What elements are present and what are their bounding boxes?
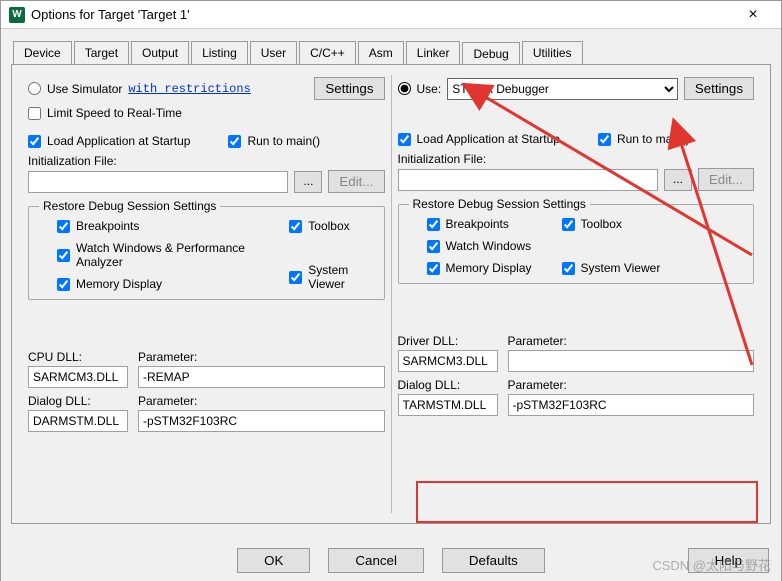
load-app-label-left: Load Application at Startup xyxy=(47,134,190,148)
restore-legend-right: Restore Debug Session Settings xyxy=(409,197,590,211)
driver-dll-input[interactable] xyxy=(398,350,498,372)
limit-speed-label: Limit Speed to Real-Time xyxy=(47,106,182,120)
edit-button-left[interactable]: Edit... xyxy=(328,170,384,193)
checkbox-breakpoints-right[interactable]: Breakpoints xyxy=(427,217,532,231)
checkbox-sysview-left[interactable]: System Viewer xyxy=(289,263,373,291)
checkbox-watch-left[interactable]: Watch Windows & Performance Analyzer xyxy=(57,241,259,269)
load-app-label-right: Load Application at Startup xyxy=(417,132,560,146)
checkbox-toolbox-left[interactable]: Toolbox xyxy=(289,219,373,233)
tab-output[interactable]: Output xyxy=(131,41,189,64)
tab-target[interactable]: Target xyxy=(74,41,129,64)
init-file-label-left: Initialization File: xyxy=(28,154,385,168)
dialog-dll-label-right: Dialog DLL: xyxy=(398,378,498,392)
app-icon: W xyxy=(9,7,25,23)
checkbox-breakpoints-left[interactable]: Breakpoints xyxy=(57,219,259,233)
driver-dll-label: Driver DLL: xyxy=(398,334,498,348)
tab-ccpp[interactable]: C/C++ xyxy=(299,41,356,64)
titlebar: W Options for Target 'Target 1' × xyxy=(1,1,781,29)
init-file-input-left[interactable] xyxy=(28,171,288,193)
settings-button-right[interactable]: Settings xyxy=(684,77,754,100)
checkbox-watch-right[interactable]: Watch Windows xyxy=(427,239,532,253)
init-file-label-right: Initialization File: xyxy=(398,152,755,166)
driver-param-label: Parameter: xyxy=(508,334,755,348)
group-restore-left: Restore Debug Session Settings Breakpoin… xyxy=(28,199,385,300)
checkbox-memory-left[interactable]: Memory Display xyxy=(57,277,259,291)
checkbox-load-app-right[interactable]: Load Application at Startup xyxy=(398,132,560,146)
dialog-dll-input-right[interactable] xyxy=(398,394,498,416)
run-main-label-left: Run to main() xyxy=(247,134,320,148)
dialog-param-label-right: Parameter: xyxy=(508,378,755,392)
defaults-button[interactable]: Defaults xyxy=(442,548,545,573)
cpu-param-label: Parameter: xyxy=(138,350,385,364)
ok-button[interactable]: OK xyxy=(237,548,310,573)
tab-device[interactable]: Device xyxy=(13,41,72,64)
checkbox-sysview-right[interactable]: System Viewer xyxy=(562,261,661,275)
link-with-restrictions[interactable]: with restrictions xyxy=(128,82,250,96)
tab-utilities[interactable]: Utilities xyxy=(522,41,583,64)
tab-listing[interactable]: Listing xyxy=(191,41,248,64)
checkbox-toolbox-right[interactable]: Toolbox xyxy=(562,217,661,231)
restore-legend-left: Restore Debug Session Settings xyxy=(39,199,220,213)
tab-linker[interactable]: Linker xyxy=(406,41,461,64)
close-icon[interactable]: × xyxy=(733,6,773,24)
run-main-label-right: Run to main() xyxy=(617,132,690,146)
dialog-param-label-left: Parameter: xyxy=(138,394,385,408)
driver-param-input[interactable] xyxy=(508,350,755,372)
edit-button-right[interactable]: Edit... xyxy=(698,168,754,191)
radio-use-debugger[interactable]: Use: xyxy=(398,82,442,96)
checkbox-load-app-left[interactable]: Load Application at Startup xyxy=(28,134,190,148)
cpu-dll-input[interactable] xyxy=(28,366,128,388)
tab-user[interactable]: User xyxy=(250,41,297,64)
checkbox-memory-right[interactable]: Memory Display xyxy=(427,261,532,275)
dialog-param-input-left[interactable] xyxy=(138,410,385,432)
window-title: Options for Target 'Target 1' xyxy=(31,7,733,22)
tab-bar: Device Target Output Listing User C/C++ … xyxy=(11,41,771,64)
checkbox-run-main-right[interactable]: Run to main() xyxy=(598,132,690,146)
radio-use-simulator[interactable]: Use Simulator xyxy=(28,82,122,96)
dialog-dll-label-left: Dialog DLL: xyxy=(28,394,128,408)
watermark: CSDN @太阳与野花 xyxy=(652,555,771,574)
cpu-dll-label: CPU DLL: xyxy=(28,350,128,364)
cpu-param-input[interactable] xyxy=(138,366,385,388)
browse-button-left[interactable]: ... xyxy=(294,171,322,193)
tab-asm[interactable]: Asm xyxy=(358,41,404,64)
dialog-dll-input-left[interactable] xyxy=(28,410,128,432)
cancel-button[interactable]: Cancel xyxy=(328,548,424,573)
browse-button-right[interactable]: ... xyxy=(664,169,692,191)
checkbox-limit-speed[interactable]: Limit Speed to Real-Time xyxy=(28,106,182,120)
tab-panel-debug: Use Simulator with restrictions Settings… xyxy=(11,64,771,524)
tab-debug[interactable]: Debug xyxy=(462,42,519,65)
group-restore-right: Restore Debug Session Settings Breakpoin… xyxy=(398,197,755,284)
settings-button-left[interactable]: Settings xyxy=(314,77,384,100)
use-label: Use: xyxy=(417,82,442,96)
dialog-param-input-right[interactable] xyxy=(508,394,755,416)
use-simulator-label: Use Simulator xyxy=(47,82,122,96)
debugger-select[interactable]: ST-Link Debugger xyxy=(447,78,678,100)
checkbox-run-main-left[interactable]: Run to main() xyxy=(228,134,320,148)
init-file-input-right[interactable] xyxy=(398,169,658,191)
